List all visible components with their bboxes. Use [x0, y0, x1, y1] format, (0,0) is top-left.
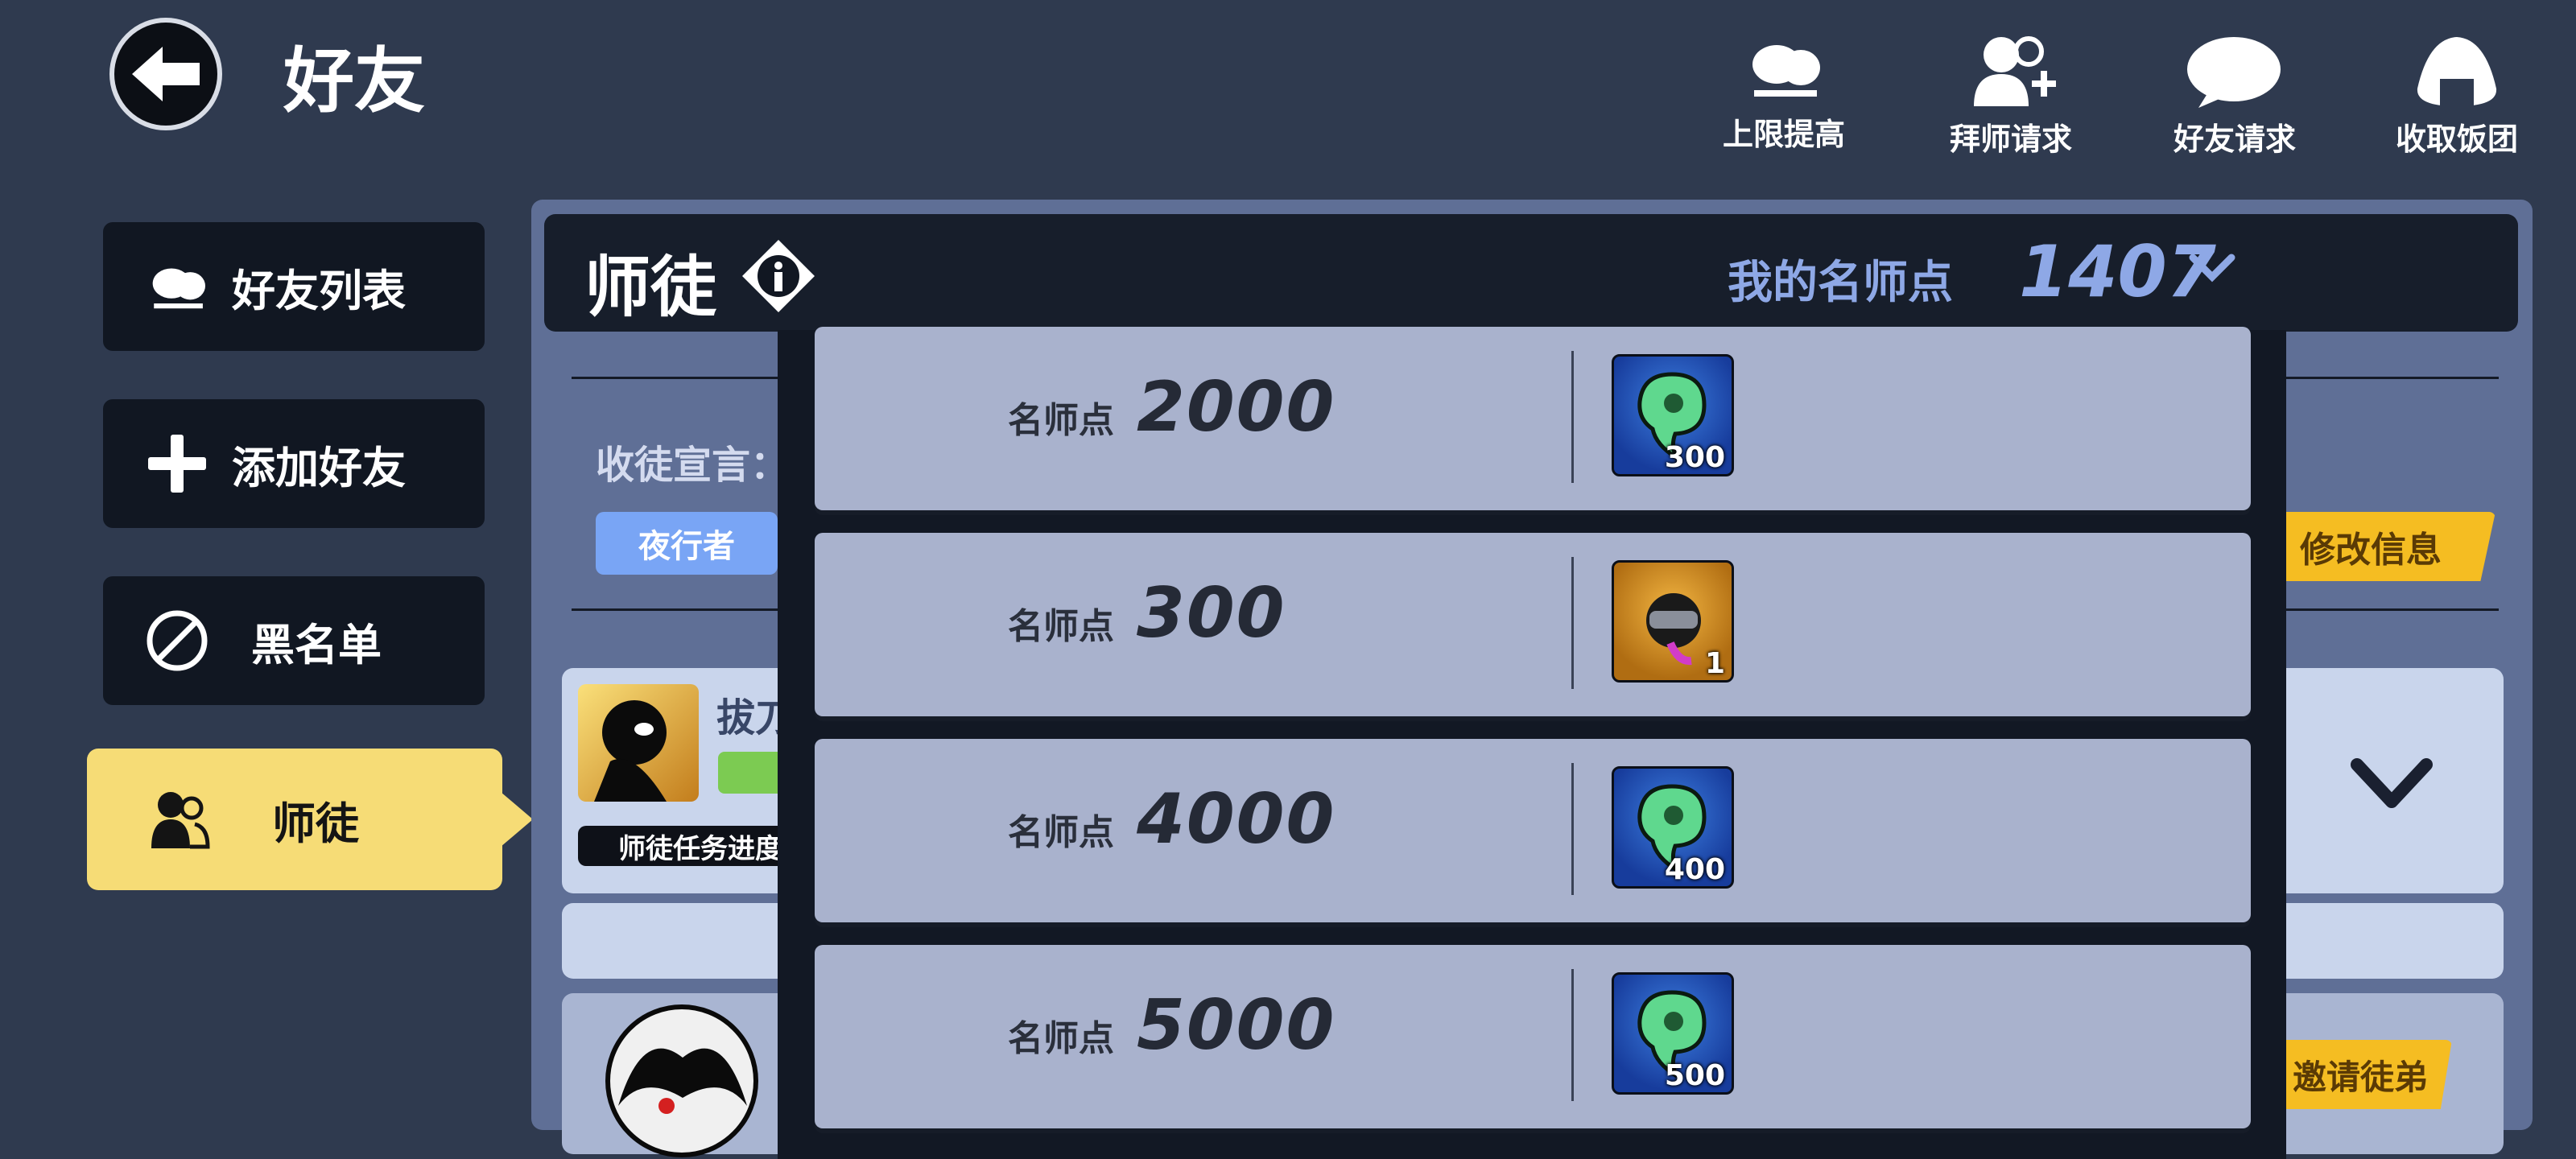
collect-riceball-button[interactable]: 收取饭团	[2376, 32, 2537, 159]
invite-apprentice-button[interactable]: 邀请徒弟	[2262, 1040, 2452, 1109]
soap-bubble-icon	[2187, 37, 2281, 108]
mentor-points-label: 我的名师点	[1728, 257, 1953, 309]
reward-item[interactable]: 300	[1612, 354, 1734, 476]
divider	[1571, 557, 1574, 689]
reward-row[interactable]: 名师点 2000 300	[815, 327, 2251, 510]
collect-riceball-label: 收取饭团	[2395, 122, 2518, 157]
plus-icon	[142, 428, 213, 499]
reward-points-label: 名师点	[1008, 1018, 1114, 1059]
friend-requests-button[interactable]: 好友请求	[2154, 32, 2315, 159]
back-arrow-icon	[132, 47, 200, 101]
sidebar-item-friend-list[interactable]: 好友列表	[103, 222, 485, 351]
sidebar-item-label: 添加好友	[232, 442, 406, 493]
mentor-requests-label: 拜师请求	[1949, 122, 2072, 157]
divider	[1571, 351, 1574, 483]
sidebar-item-blacklist[interactable]: 黑名单	[103, 576, 485, 705]
friends-icon	[1752, 45, 1820, 97]
reward-item[interactable]: 1	[1612, 560, 1734, 683]
chevron-down-icon[interactable]	[2349, 753, 2434, 818]
mentor-requests-button[interactable]: 拜师请求	[1930, 32, 2091, 159]
reward-points-value: 5000	[1137, 985, 1336, 1066]
mentor-icon	[150, 789, 211, 850]
sidebar-item-add-friend[interactable]: 添加好友	[103, 399, 485, 528]
block-icon	[142, 605, 213, 676]
reward-row[interactable]: 名师点 4000 400	[815, 739, 2251, 922]
reward-points-value: 300	[1137, 573, 1286, 654]
sidebar-item-label: 师徒	[272, 798, 359, 849]
page-title: 好友	[283, 39, 426, 122]
divider	[1571, 969, 1574, 1101]
reward-points-value: 2000	[1137, 367, 1336, 448]
rice-ball-icon	[2417, 37, 2497, 106]
avatar	[578, 684, 699, 802]
friends-icon	[142, 251, 213, 322]
mentor-points-value: 1407	[2019, 230, 2216, 313]
reward-quantity: 1	[1704, 647, 1725, 680]
reward-row[interactable]: 名师点 5000 500	[815, 945, 2251, 1128]
active-tab-pointer	[501, 792, 533, 847]
sidebar-item-mentorship[interactable]: 师徒	[87, 749, 502, 890]
reward-points-value: 4000	[1137, 779, 1336, 860]
raise-limit-button[interactable]: 上限提高	[1703, 32, 1864, 154]
avatar	[605, 1004, 758, 1157]
reward-item[interactable]: 400	[1612, 766, 1734, 889]
reward-quantity: 400	[1664, 853, 1725, 886]
chevron-up-icon[interactable]	[2188, 251, 2236, 283]
add-mentor-icon	[1974, 36, 2056, 106]
reward-points-label: 名师点	[1008, 400, 1114, 441]
sidebar-item-label: 黑名单	[251, 619, 382, 670]
friend-requests-label: 好友请求	[2173, 122, 2296, 157]
divider	[1571, 763, 1574, 895]
reward-points-label: 名师点	[1008, 606, 1114, 647]
reward-quantity: 500	[1664, 1059, 1725, 1092]
reward-row[interactable]: 名师点 300 1	[815, 533, 2251, 716]
reward-quantity: 300	[1664, 441, 1725, 474]
mentor-tag-chip: 夜行者	[596, 512, 778, 575]
sidebar-item-label: 好友列表	[232, 265, 406, 316]
back-button[interactable]	[109, 18, 222, 130]
reward-points-label: 名师点	[1008, 812, 1114, 853]
info-icon[interactable]	[741, 238, 816, 314]
raise-limit-label: 上限提高	[1722, 117, 1845, 152]
reward-item[interactable]: 500	[1612, 972, 1734, 1095]
declaration-label: 收徒宣言：	[596, 443, 790, 488]
panel-title: 师徒	[584, 250, 717, 326]
